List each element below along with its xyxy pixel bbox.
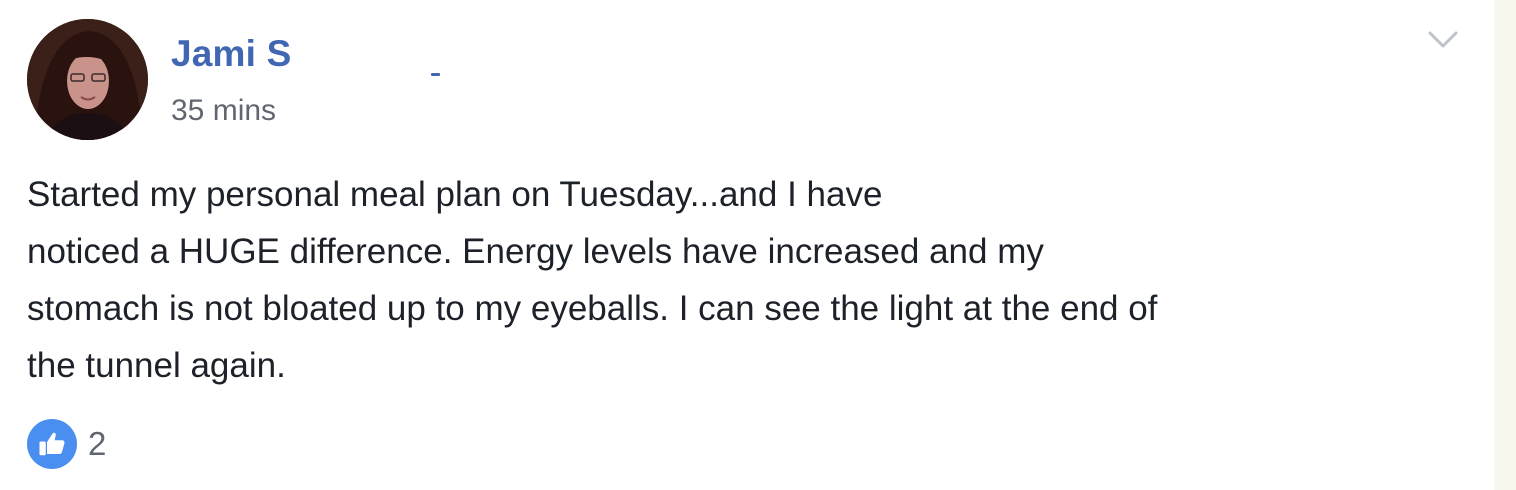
reactions-summary[interactable]: 2 bbox=[27, 419, 106, 469]
post-timestamp[interactable]: 35 mins bbox=[171, 94, 276, 128]
author-name[interactable]: Jami S bbox=[171, 33, 292, 75]
post-body: Started my personal meal plan on Tuesday… bbox=[27, 166, 1467, 394]
name-underline-mark bbox=[431, 73, 440, 76]
post-body-line: the tunnel again. bbox=[27, 346, 286, 385]
post-body-line: noticed a HUGE difference. Energy levels… bbox=[27, 232, 1044, 271]
post-options-button[interactable] bbox=[1423, 24, 1463, 56]
post-body-line: Started my personal meal plan on Tuesday… bbox=[27, 175, 883, 214]
reaction-count: 2 bbox=[88, 425, 107, 462]
post-card: Jami S 35 mins Started my personal meal … bbox=[0, 0, 1516, 490]
chevron-down-icon bbox=[1428, 31, 1458, 48]
thumbs-up-icon bbox=[27, 419, 77, 469]
page-edge bbox=[1494, 0, 1516, 490]
post-body-line: stomach is not bloated up to my eyeballs… bbox=[27, 289, 1158, 328]
avatar[interactable] bbox=[27, 19, 148, 140]
